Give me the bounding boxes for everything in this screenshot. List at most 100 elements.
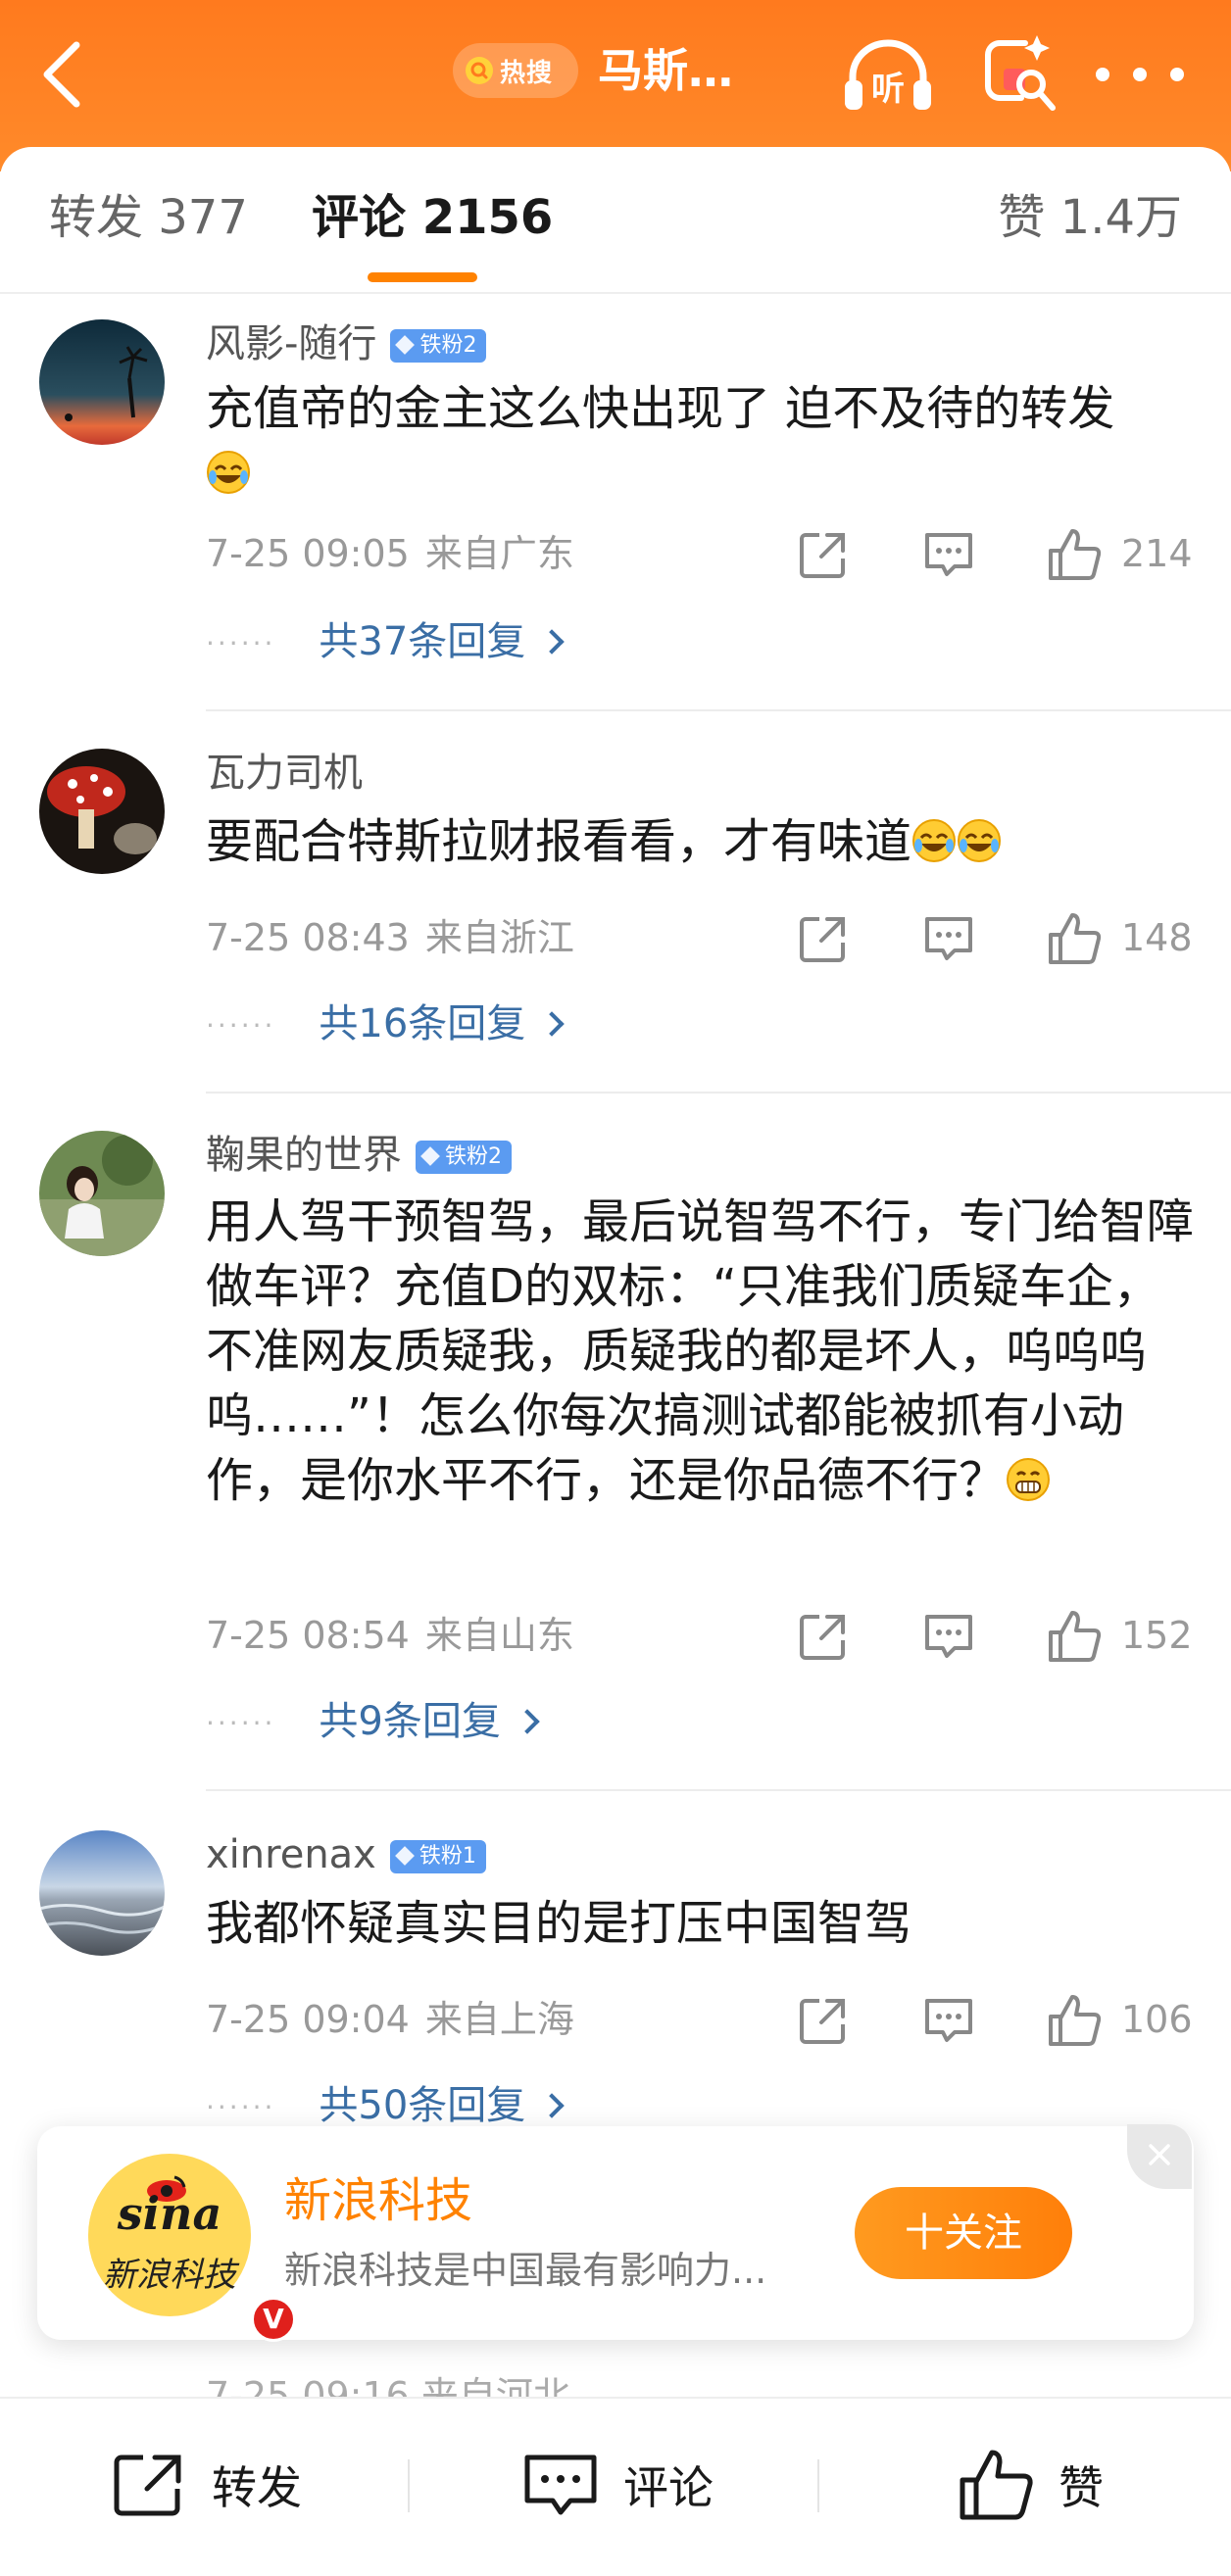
dot [1170,68,1184,81]
comment-location: 来自广东 [424,532,574,575]
like-icon[interactable] [1045,1991,1104,2050]
grin-emoji-icon [1007,1458,1051,1501]
laugh-cry-emoji-icon [958,819,1002,862]
fan-badge: 铁粉2 [390,329,487,363]
username[interactable]: 鞠果的世界 铁粉2 [206,1131,512,1180]
divider [817,2459,819,2512]
chevron-right-icon [515,1709,540,1734]
fan-badge: 铁粉2 [416,1141,512,1174]
follow-button[interactable]: 十关注 [855,2187,1072,2279]
comment-text: 充值帝的金主这么快出现了 迫不及待的转发 [206,376,1196,506]
share-icon[interactable] [794,1991,853,2050]
comment-time: 7-25 08:54 [206,1614,410,1657]
replies-count[interactable]: 共16条回复 [319,1001,525,1046]
comment-body: 我都怀疑真实目的是打压中国智驾 [206,1896,912,1951]
headphones-icon: 听 [845,39,931,110]
like-icon[interactable] [1045,525,1104,584]
comment-time: 7-25 09:04 [206,1998,410,2041]
ai-search-button[interactable] [976,29,1060,118]
avatar[interactable] [39,1131,165,1256]
svg-text:听: 听 [871,70,905,109]
like-button[interactable]: 赞 [957,2446,1104,2524]
view-replies-link[interactable]: ······ 共50条回复 [206,2081,566,2132]
dot [1096,68,1109,81]
repost-button[interactable]: 转发 [110,2446,302,2524]
username-text[interactable]: xinrenax [206,1832,376,1877]
sina-tech-avatar[interactable]: sina 新浪科技 V [88,2154,296,2342]
close-card-button[interactable] [1127,2124,1192,2189]
username-text[interactable]: 风影-随行 [206,321,376,366]
avatar[interactable] [39,319,165,445]
dots-separator: ······ [206,1707,276,1739]
account-name[interactable]: 新浪科技 [284,2171,472,2230]
comment-meta: 7-25 09:04 来自上海 [206,1995,574,2044]
username-text[interactable]: 鞠果的世界 [206,1133,402,1178]
tab-likes[interactable]: 赞 1.4万 [998,188,1182,247]
account-description: 新浪科技是中国最有影响力... [284,2249,767,2292]
username[interactable]: 风影-随行 铁粉2 [206,319,487,368]
ai-search-icon [985,35,1056,111]
hot-search-badge[interactable]: 热搜 [453,43,578,98]
like-icon[interactable] [1045,1607,1104,1666]
replies-count[interactable]: 共37条回复 [319,619,525,664]
comment-location: 来自浙江 [424,916,574,959]
listen-button[interactable]: 听 [841,33,935,118]
replies-count[interactable]: 共50条回复 [319,2083,525,2128]
divider [408,2459,410,2512]
comment-meta: 7-25 09:05 来自广东 [206,529,574,578]
comment-body: 充值帝的金主这么快出现了 迫不及待的转发 [206,381,1115,436]
laugh-cry-emoji-icon [207,451,250,494]
like-label[interactable]: 赞 [1059,2453,1104,2517]
comment-time: 7-25 09:05 [206,532,410,575]
diamond-icon [420,1146,440,1166]
reply-icon[interactable] [919,1991,978,2050]
comment-location: 来自上海 [424,1998,574,2041]
sina-logo-text: sina [117,2187,222,2240]
view-replies-link[interactable]: ······ 共16条回复 [206,999,566,1050]
username[interactable]: xinrenax 铁粉1 [206,1830,486,1879]
tab-comments[interactable]: 评论 2156 [312,188,553,247]
tab-repost[interactable]: 转发 377 [49,188,248,247]
back-icon[interactable] [35,35,94,114]
diamond-icon [395,335,416,355]
dots-separator: ······ [206,2091,276,2123]
laugh-cry-emoji-icon [912,819,957,862]
comment-text: 我都怀疑真实目的是打压中国智驾 [206,1891,1196,1956]
reply-icon[interactable] [919,909,978,968]
thumbs-up-icon [960,2450,1033,2520]
share-icon[interactable] [794,525,853,584]
username-text[interactable]: 瓦力司机 [206,751,363,796]
like-count: 214 [1121,532,1193,575]
view-replies-link[interactable]: ······ 共9条回复 [206,1697,540,1748]
avatar[interactable] [39,1830,165,1956]
reply-icon[interactable] [919,1607,978,1666]
dots-separator: ······ [206,1009,276,1042]
more-options-icon[interactable] [1096,55,1184,94]
like-icon[interactable] [1045,909,1104,968]
follow-suggestion-card: sina 新浪科技 V 新浪科技 新浪科技是中国最有影响力... 十关注 [37,2124,1194,2342]
username[interactable]: 瓦力司机 [206,749,363,798]
share-icon[interactable] [794,909,853,968]
divider [206,1789,1231,1791]
replies-count[interactable]: 共9条回复 [319,1699,500,1744]
fan-badge-label: 铁粉1 [419,1844,476,1869]
diamond-icon [394,1846,415,1866]
repost-label[interactable]: 转发 [212,2453,302,2517]
like-count: 106 [1121,1998,1193,2041]
comment-body: 要配合特斯拉财报看看，才有味道 [206,814,912,869]
avatar[interactable] [39,749,165,874]
view-replies-link[interactable]: ······ 共37条回复 [206,617,566,668]
comment-meta: 7-25 08:54 来自山东 [206,1611,574,1660]
comment-button[interactable]: 评论 [521,2446,714,2524]
share-icon[interactable] [794,1607,853,1666]
like-count: 148 [1121,916,1193,959]
reply-icon[interactable] [919,525,978,584]
fan-badge-label: 铁粉2 [445,1144,502,1169]
chevron-right-icon [539,1011,566,1037]
comment-text: 要配合特斯拉财报看看，才有味道 [206,809,1196,874]
search-icon [466,57,493,84]
comment-label[interactable]: 评论 [623,2453,714,2517]
comment-location: 来自山东 [424,1614,574,1657]
verified-badge-icon: V [251,2297,296,2342]
hot-search-label: 热搜 [500,58,554,88]
